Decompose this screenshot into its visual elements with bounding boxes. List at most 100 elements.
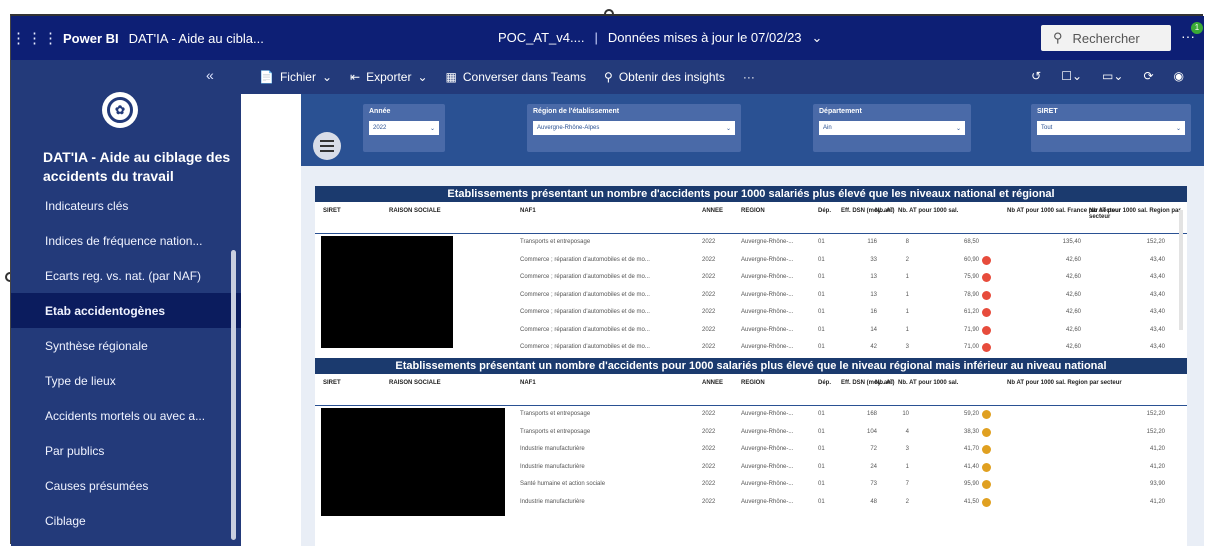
column-header[interactable]: Nb. AT pour 1000 sal. (898, 208, 958, 214)
app-launcher-icon[interactable]: ⋮⋮⋮ (11, 29, 58, 47)
sidebar: « ✿ DAT'IA - Aide au ciblage des acciden… (11, 60, 241, 546)
report-name[interactable]: DAT'IA - Aide au cibla... (129, 31, 264, 46)
column-header[interactable]: REGION (741, 208, 765, 214)
sidebar-scrollbar[interactable] (231, 250, 236, 540)
refresh-icon[interactable]: ⟳ (1143, 69, 1153, 83)
slicer-value: 2022 (373, 125, 387, 131)
view-icon[interactable]: ▭⌄ (1102, 69, 1123, 83)
table-cell: 2022 (702, 446, 716, 452)
chevron-down-icon[interactable]: ⌄ (812, 30, 823, 46)
table-cell: Industrie manufacturière (520, 498, 585, 505)
slicer-region[interactable]: Région de l'établissement Auvergne-Rhône… (527, 104, 741, 152)
table-cell: 42,60 (1065, 274, 1081, 280)
slicer-annee[interactable]: Année 2022 ⌄ (363, 104, 445, 152)
file-menu[interactable]: 📄 Fichier ⌄ (259, 70, 332, 84)
table-cell: 71,90 (963, 326, 979, 333)
table-cell: 43,40 (1149, 256, 1165, 263)
column-header[interactable]: Dép. (818, 208, 831, 214)
teams-icon: ▦ (445, 70, 457, 84)
table-cell: Auvergne-Rhône-... (741, 446, 794, 452)
column-header[interactable]: Nb. AT (875, 208, 894, 214)
column-header[interactable]: RAISON SOCIALE (389, 380, 441, 386)
table-cell: 42 (870, 344, 877, 350)
column-header[interactable]: NAF1 (520, 208, 536, 214)
reset-icon[interactable]: ↺ (1031, 69, 1041, 83)
sidebar-item[interactable]: Causes présumées (11, 468, 241, 503)
search-icon: ⚲ (1053, 30, 1063, 45)
file-info[interactable]: POC_AT_v4.... | Données mises à jour le … (498, 30, 822, 46)
sidebar-item[interactable]: Type de lieux (11, 363, 241, 398)
menu-icon[interactable] (313, 132, 341, 160)
table-cell: Auvergne-Rhône-... (741, 498, 794, 505)
sidebar-item[interactable]: Accidents mortels ou avec a... (11, 398, 241, 433)
status-dot-icon (982, 308, 991, 317)
table-cell: 168 (866, 411, 877, 417)
column-header[interactable]: Nb AT pour 1000 sal. Region par secteur (1007, 380, 1122, 386)
column-header[interactable]: Nb. AT (875, 380, 894, 386)
table-cell: 41,20 (1149, 498, 1165, 505)
table-header: SIRET RAISON SOCIALE NAF1 ANNEE REGION Dép. Ef… (315, 374, 1187, 406)
column-header[interactable]: REGION (741, 380, 765, 386)
slicer-siret[interactable]: SIRET Tout ⌄ (1031, 104, 1191, 152)
more-toolbar-icon[interactable]: ··· (743, 70, 755, 84)
table-cell: 2022 (702, 256, 716, 263)
slicer-dropdown[interactable]: Tout ⌄ (1037, 121, 1185, 135)
column-header[interactable]: SIRET (323, 380, 341, 386)
table-cell: Transports et entreposage (520, 411, 591, 417)
slicer-dropdown[interactable]: 2022 ⌄ (369, 121, 439, 135)
column-header[interactable]: SIRET (323, 208, 341, 214)
teams-label: Converser dans Teams (462, 70, 587, 84)
column-header[interactable]: RAISON SOCIALE (389, 208, 441, 214)
report-page: Année 2022 ⌄ Région de l'établissement Au… (301, 94, 1204, 546)
slicer-departement[interactable]: Département Ain ⌄ (813, 104, 971, 152)
column-header[interactable]: ANNEE (702, 208, 723, 214)
table-cell: 2022 (702, 274, 716, 280)
insights-button[interactable]: ⚲ Obtenir des insights (604, 70, 725, 84)
export-menu[interactable]: ⇤ Exporter ⌄ (350, 70, 427, 84)
table-cell: 73 (870, 481, 877, 487)
search-input[interactable]: ⚲ Rechercher (1041, 25, 1171, 51)
sidebar-item[interactable]: Indicateurs clés (11, 188, 241, 223)
sidebar-item[interactable]: Etab accidentogènes (11, 293, 241, 328)
redacted-block (321, 408, 505, 516)
table-cell: Transports et entreposage (520, 239, 591, 245)
table-cell: 16 (870, 309, 877, 315)
notification-badge[interactable]: 1 (1191, 22, 1203, 34)
table-cell: 2022 (702, 411, 716, 417)
table-cell: 95,90 (963, 481, 979, 487)
column-header[interactable]: Dép. (818, 380, 831, 386)
table-header: SIRET RAISON SOCIALE NAF1 ANNEE REGION Dép. Ef… (315, 202, 1187, 234)
status-dot-icon (982, 255, 991, 265)
comment-icon[interactable]: ◉ (1174, 69, 1184, 83)
teams-button[interactable]: ▦ Converser dans Teams (446, 70, 587, 84)
slicer-dropdown[interactable]: Ain ⌄ (819, 121, 965, 135)
table-cell: 2022 (702, 239, 716, 245)
view-controls: ↺ ☐⌄ ▭⌄ ⟳ ◉ (1031, 69, 1184, 83)
report-canvas: Année 2022 ⌄ Région de l'établissement Au… (241, 94, 1204, 546)
brand-name[interactable]: Power BI (63, 31, 119, 46)
sidebar-item[interactable]: Indices de fréquence nation... (11, 223, 241, 258)
table-cell: 14 (870, 326, 877, 333)
collapse-sidebar-icon[interactable]: « (206, 67, 214, 83)
sidebar-item[interactable]: Par publics (11, 433, 241, 468)
slicer-label: Département (819, 108, 862, 115)
slicer-dropdown[interactable]: Auvergne-Rhône-Alpes ⌄ (533, 121, 735, 135)
sidebar-item[interactable]: Synthèse régionale (11, 328, 241, 363)
column-header[interactable]: Nb AT pour 1000 sal. Region par secteur (1089, 208, 1187, 220)
redacted-block (321, 236, 453, 348)
column-header[interactable]: NAF1 (520, 380, 536, 386)
sidebar-item[interactable]: Ecarts reg. vs. nat. (par NAF) (11, 258, 241, 293)
table-cell: 01 (818, 446, 825, 452)
status-dot-icon (982, 410, 991, 419)
table-cell: 01 (818, 274, 825, 280)
app-bar: ⋮⋮⋮ Power BI DAT'IA - Aide au cibla... P… (11, 16, 1204, 60)
status-dot-icon (982, 462, 991, 472)
table-title: Etablissements présentant un nombre d'ac… (315, 186, 1187, 202)
table-cell: 2022 (702, 291, 716, 298)
column-header[interactable]: ANNEE (702, 380, 723, 386)
column-header[interactable]: Nb. AT pour 1000 sal. (898, 380, 958, 386)
table-cell: 01 (818, 291, 825, 298)
table-scrollbar[interactable] (1179, 210, 1183, 330)
bookmark-icon[interactable]: ☐⌄ (1061, 69, 1082, 83)
sidebar-item[interactable]: Ciblage (11, 503, 241, 538)
